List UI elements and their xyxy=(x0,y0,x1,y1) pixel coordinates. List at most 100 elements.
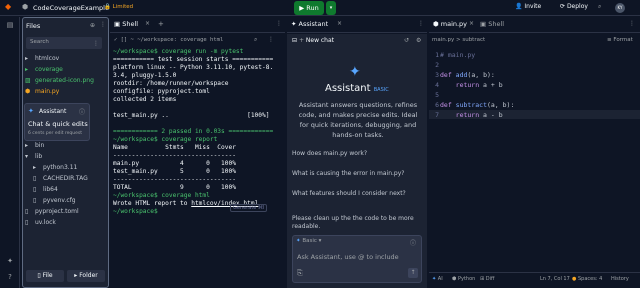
terminal-output[interactable]: ~/workspace$ coverage run -m pytest =====… xyxy=(113,48,283,216)
gear-icon[interactable]: ⚙ xyxy=(416,37,421,44)
tab-shell[interactable]: ▣ Shell xyxy=(114,20,138,28)
search-options-icon[interactable]: ⋮ xyxy=(93,40,99,47)
assistant-description: Assistant answers questions, refines cod… xyxy=(298,101,418,139)
more-icon[interactable]: ⋮ xyxy=(629,20,635,27)
invite-button[interactable]: 👤 Invite xyxy=(515,3,541,13)
more-icon[interactable]: ⋮ xyxy=(100,21,106,28)
tooltip-title: Chat & quick edits xyxy=(28,120,88,128)
ai-status[interactable]: ✦ AI xyxy=(432,276,443,282)
tab-shell-2[interactable]: ▣ Shell xyxy=(480,20,504,28)
spaces-status[interactable]: ● Spaces: 4 xyxy=(572,276,602,282)
file-icon: ▯ xyxy=(25,219,29,226)
file-item[interactable]: ⬢ main.py xyxy=(25,88,59,98)
terminal-line: --------------------------------- xyxy=(113,152,236,159)
shell-options-icon[interactable]: ⋮ xyxy=(268,36,274,43)
terminal-line: =========== test session starts ========… xyxy=(113,56,274,63)
file-item[interactable]: ▸ htmlcov xyxy=(25,55,59,65)
new-chat-button[interactable]: ⊟ + New chat xyxy=(292,37,334,44)
search-icon[interactable]: ⌕ xyxy=(598,3,601,13)
file-item[interactable]: ▯ pyvenv.cfg xyxy=(33,197,76,207)
deploy-button[interactable]: ⟳ Deploy xyxy=(560,3,588,13)
generate-button[interactable]: Generate ⌘I xyxy=(230,204,268,212)
file-item[interactable]: ▨ generated-icon.png xyxy=(25,77,94,87)
file-icon: ▯ xyxy=(33,197,37,204)
cursor-position[interactable]: Ln 7, Col 17 xyxy=(540,276,570,282)
file-item[interactable]: ▸ coverage xyxy=(25,66,63,76)
assistant-icon: ✦ xyxy=(28,107,34,115)
files-icon[interactable]: ▤ xyxy=(5,21,15,31)
file-item[interactable]: ▯ lib64 xyxy=(33,186,58,196)
tab-assistant[interactable]: ✦ Assistant xyxy=(291,20,328,28)
files-search-input[interactable]: Search xyxy=(26,37,102,49)
top-bar: ◆ ⬢ CodeCoverageExample 🔒 Limited ▶ Run … xyxy=(0,0,640,16)
assistant-tooltip: ✦ Assistant ⓘ Chat & quick edits 6 cents… xyxy=(24,103,90,141)
diff-status[interactable]: ⊞ Diff xyxy=(480,276,494,282)
close-tab-icon[interactable]: × xyxy=(145,20,150,27)
history-button[interactable]: History xyxy=(611,276,629,282)
avatar[interactable]: KY xyxy=(615,3,625,13)
history-icon[interactable]: ↺ xyxy=(404,37,409,44)
format-button[interactable]: ≡ Format xyxy=(607,37,633,43)
help-icon[interactable]: ? xyxy=(5,273,15,283)
run-options-button[interactable]: ▾ xyxy=(326,1,336,15)
file-item[interactable]: ▯ pyproject.toml xyxy=(25,208,79,218)
code-editor[interactable]: # main.py def add(a, b): return a + b de… xyxy=(440,50,514,120)
send-icon[interactable]: ↑ xyxy=(408,268,418,278)
terminal-line: Name Stmts Miss Cover xyxy=(113,144,236,151)
terminal-line: ~/workspace$ coverage html xyxy=(113,192,210,199)
mode-select[interactable]: ✦ Basic ▾ xyxy=(296,238,321,244)
suggestion-item[interactable]: What features should I consider next? xyxy=(292,190,424,198)
tools-icon[interactable]: ✦ xyxy=(5,257,15,267)
close-tab-icon[interactable]: × xyxy=(337,20,342,27)
assistant-heading: Assistant BASIC xyxy=(325,83,389,94)
shell-path: ✓ [] ~ ~/workspace: coverage html xyxy=(114,37,224,43)
new-file-button[interactable]: ▯ File xyxy=(26,270,64,282)
add-file-icon[interactable]: ⊕ xyxy=(90,22,95,29)
suggestion-item[interactable]: What is causing the error in main.py? xyxy=(292,170,424,178)
files-title: Files xyxy=(26,22,41,30)
breadcrumb[interactable]: main.py > subtract xyxy=(432,37,485,43)
shell-search-icon[interactable]: ⌕ xyxy=(254,36,257,44)
terminal-line: 3.4, pluggy-1.5.0 xyxy=(113,72,177,79)
info-icon[interactable]: ⓘ xyxy=(410,238,416,247)
editor-tabbar: ⬢ main.py × ▣ Shell ⋮ xyxy=(429,17,640,33)
file-item[interactable]: ▸ python3.11 xyxy=(33,164,77,174)
limited-badge[interactable]: 🔒 Limited xyxy=(104,4,133,10)
add-tab-icon[interactable]: + xyxy=(158,20,164,28)
terminal-line: collected 2 items xyxy=(113,96,177,103)
file-item[interactable]: ▯ uv.lock xyxy=(25,219,56,229)
terminal-line: platform linux -- Python 3.11.10, pytest… xyxy=(113,64,274,71)
terminal-line: rootdir: /home/runner/workspace xyxy=(113,80,229,87)
folder-icon: ▸ xyxy=(33,164,37,171)
suggestion-item[interactable]: How does main.py work? xyxy=(292,150,424,158)
terminal-line: ~/workspace$ coverage run -m pytest xyxy=(113,48,244,55)
more-icon[interactable]: ⋮ xyxy=(276,20,282,27)
new-folder-button[interactable]: ▸ Folder xyxy=(67,270,105,282)
file-item[interactable]: ▾ lib xyxy=(25,153,42,163)
attach-icon[interactable]: ⎘ xyxy=(297,269,303,278)
tooltip-subtitle: 6 cents per edit request xyxy=(28,131,83,136)
app-title[interactable]: CodeCoverageExample xyxy=(33,4,109,12)
python-file-icon: ⬢ xyxy=(25,88,31,95)
suggestion-item[interactable]: Please clean up the the code to be more … xyxy=(292,215,424,231)
chat-input[interactable]: Ask Assistant, use @ to include xyxy=(297,253,399,261)
terminal-line: test_main.py .. [100%] xyxy=(113,112,270,119)
terminal-line: TOTAL 9 0 100% xyxy=(113,184,236,191)
run-button[interactable]: ▶ Run xyxy=(294,1,324,15)
file-icon: ▯ xyxy=(33,175,37,182)
info-icon: ⓘ xyxy=(79,109,86,116)
language-status[interactable]: ⬢ Python xyxy=(452,276,475,282)
close-tab-icon[interactable]: × xyxy=(469,20,474,27)
replit-logo-icon[interactable]: ◆ xyxy=(5,2,11,11)
left-icon-bar: ▤ ✦ ? xyxy=(0,17,20,288)
more-icon[interactable]: ⋮ xyxy=(418,20,424,27)
python-icon: ⬢ xyxy=(22,3,29,11)
terminal-line: --------------------------------- xyxy=(113,176,236,183)
tab-main-py[interactable]: ⬢ main.py xyxy=(433,20,467,28)
file-icon: ▯ xyxy=(33,186,37,193)
terminal-line: test_main.py 5 0 100% xyxy=(113,168,236,175)
assistant-tabbar: ✦ Assistant × ⋮ xyxy=(287,17,427,33)
file-item[interactable]: ▸ bin xyxy=(25,142,44,152)
file-item[interactable]: ▯ CACHEDIR.TAG xyxy=(33,175,88,185)
